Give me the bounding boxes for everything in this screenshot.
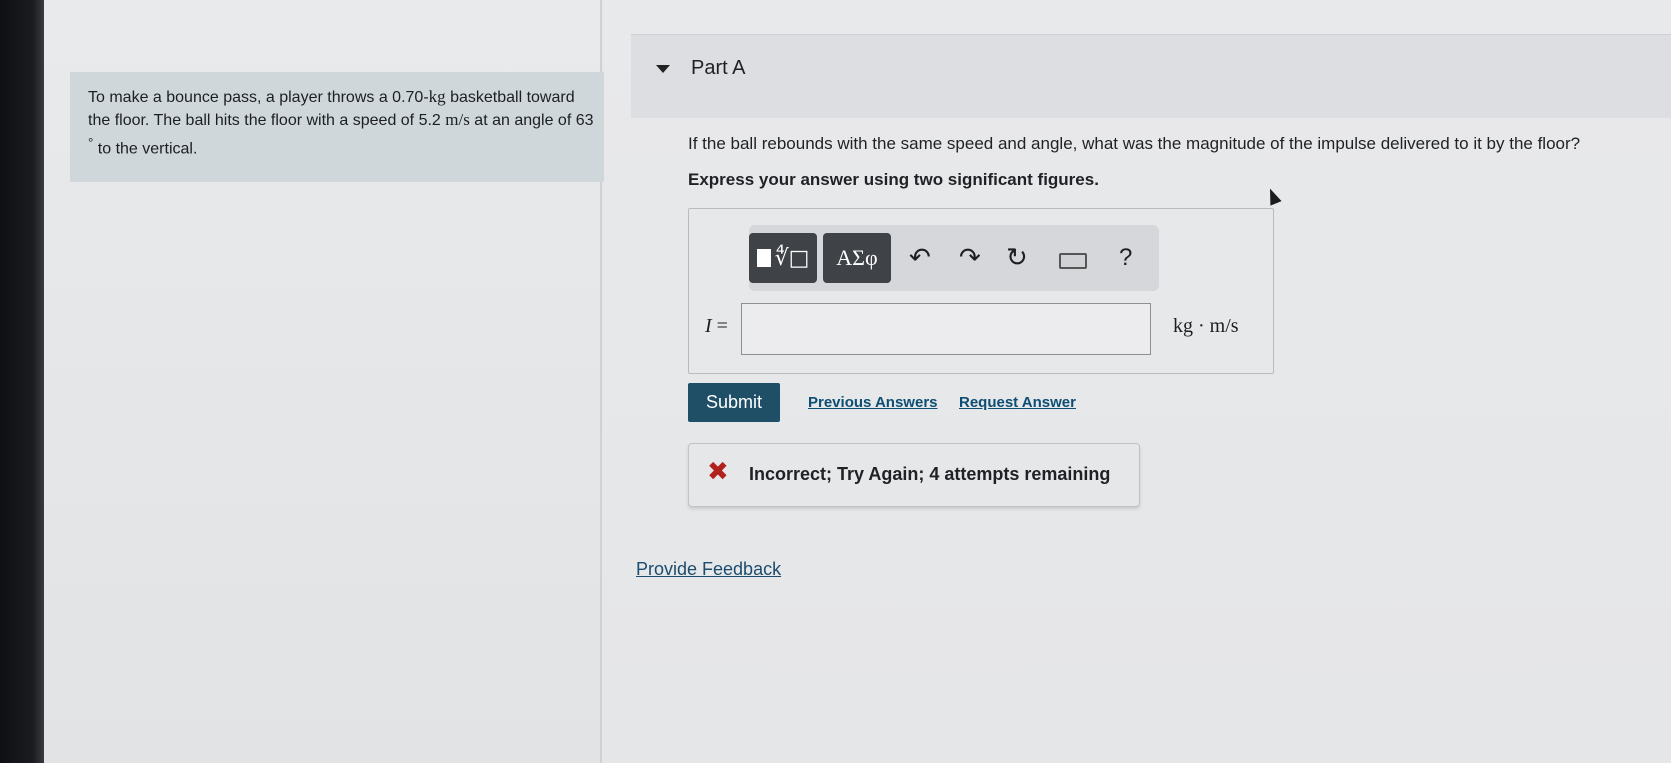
undo-icon[interactable]: ↶ — [909, 243, 931, 273]
angle-value: 63 — [575, 112, 594, 129]
problem-pane: To make a bounce pass, a player throws a… — [44, 0, 619, 763]
equals-sign: = — [711, 315, 728, 337]
answer-area: ∜□ ΑΣφ ↶ ↷ ↻ ? I = kg · m/s — [688, 208, 1274, 374]
speed-unit: m/s — [445, 110, 470, 129]
problem-statement: To make a bounce pass, a player throws a… — [70, 72, 619, 182]
collapse-caret-icon[interactable] — [656, 65, 670, 73]
reset-icon[interactable]: ↻ — [1006, 243, 1028, 273]
answer-unit: kg · m/s — [1173, 315, 1239, 337]
templates-button[interactable]: ∜□ — [749, 233, 817, 283]
answer-variable-label: I = — [705, 315, 728, 338]
answer-input[interactable] — [741, 303, 1151, 355]
question-pane: Part A If the ball rebounds with the sam… — [604, 0, 1671, 763]
problem-text-3: at an angle of — [469, 112, 576, 129]
feedback-message-box: ✖ Incorrect; Try Again; 4 attempts remai… — [688, 443, 1140, 507]
redo-icon[interactable]: ↷ — [959, 243, 981, 273]
mass-unit: kg — [428, 87, 446, 106]
block-icon — [756, 249, 771, 267]
screen: To make a bounce pass, a player throws a… — [0, 0, 1671, 763]
feedback-message: Incorrect; Try Again; 4 attempts remaini… — [749, 464, 1111, 484]
help-icon[interactable]: ? — [1119, 243, 1132, 273]
keyboard-icon[interactable] — [1059, 253, 1087, 269]
mass-value: 0.70 — [392, 89, 424, 106]
submit-button[interactable]: Submit — [688, 383, 780, 422]
question-text: If the ball rebounds with the same speed… — [688, 134, 1581, 153]
instruction-text: Express your answer using two significan… — [688, 170, 1099, 189]
speed-value: 5.2 — [418, 112, 441, 129]
symbols-button[interactable]: ΑΣφ — [823, 233, 891, 283]
problem-text-4: to the vertical. — [93, 140, 198, 158]
request-answer-link[interactable]: Request Answer — [959, 394, 1076, 411]
part-title: Part A — [691, 57, 746, 79]
math-toolbar: ∜□ ΑΣφ ↶ ↷ ↻ ? — [749, 225, 1159, 291]
problem-text-1: To make a bounce pass, a player throws a — [88, 89, 393, 106]
variable-symbol: I — [705, 315, 712, 337]
incorrect-x-icon: ✖ — [707, 457, 729, 487]
provide-feedback-link[interactable]: Provide Feedback — [636, 559, 781, 580]
radical-icon: ∜□ — [774, 245, 810, 271]
part-a-header[interactable]: Part A — [631, 34, 1671, 118]
monitor-bezel — [0, 0, 44, 763]
previous-answers-link[interactable]: Previous Answers — [808, 394, 938, 411]
